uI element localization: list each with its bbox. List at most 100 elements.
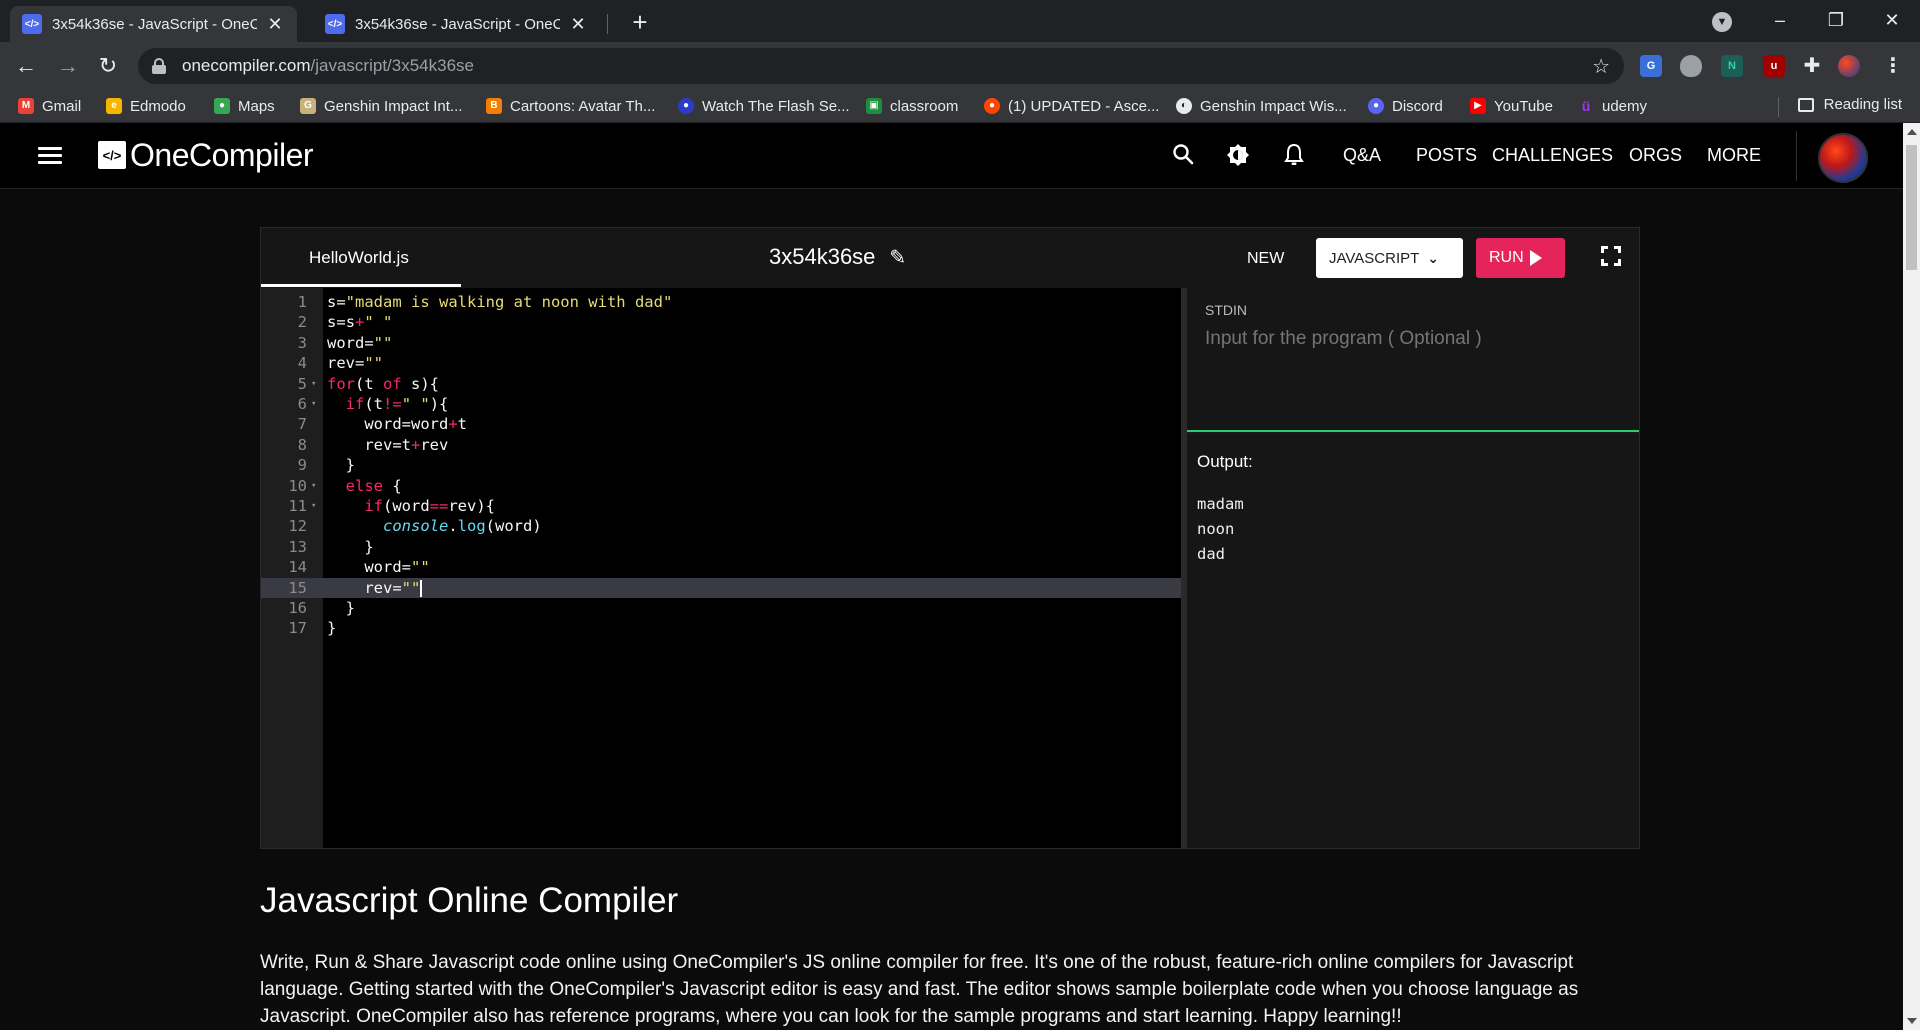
code-line[interactable]: 8 rev=t+rev	[261, 435, 1181, 455]
code-line[interactable]: 2 s=s+" "	[261, 312, 1181, 332]
address-bar[interactable]: onecompiler.com/javascript/3x54k36se ☆	[138, 48, 1624, 84]
bookmark-cartoons[interactable]: B Cartoons: Avatar Th...	[486, 96, 655, 116]
reddit-icon: ●	[984, 98, 1000, 114]
new-tab-icon[interactable]: +	[624, 6, 656, 38]
reload-icon[interactable]: ↻	[92, 50, 124, 82]
line-number: 13	[288, 537, 307, 556]
shield-extension-icon[interactable]	[1680, 55, 1702, 77]
stdin-input[interactable]	[1205, 328, 1625, 418]
fold-arrow-icon[interactable]: ▾	[311, 476, 316, 496]
bookmark-gmail[interactable]: M Gmail	[18, 96, 81, 116]
code-editor[interactable]: 1 s="madam is walking at noon with dad" 2 s…	[261, 288, 1181, 848]
code-line[interactable]: 3 word=""	[261, 333, 1181, 353]
code-line[interactable]: 11 ▾ if(word==rev){	[261, 496, 1181, 516]
file-tab[interactable]: HelloWorld.js	[309, 248, 409, 268]
restore-icon[interactable]: ❐	[1808, 0, 1864, 42]
bookmark-genshin-wish[interactable]: ◐ Genshin Impact Wis...	[1176, 96, 1347, 116]
fold-arrow-icon[interactable]: ▾	[311, 394, 316, 414]
code-text: word=""	[327, 558, 430, 577]
bookmark-genshin-interactive[interactable]: G Genshin Impact Int...	[300, 96, 462, 116]
nav-challenges[interactable]: CHALLENGES	[1492, 145, 1613, 166]
genshin-icon: G	[300, 98, 316, 114]
code-line[interactable]: 13 }	[261, 537, 1181, 557]
bookmark-reddit[interactable]: ● (1) UPDATED - Asce...	[984, 96, 1159, 116]
code-line[interactable]: 10 ▾ else {	[261, 476, 1181, 496]
ublock-extension-icon[interactable]: u	[1763, 55, 1785, 77]
bookmark-flash[interactable]: ● Watch The Flash Se...	[678, 96, 850, 116]
reading-list-button[interactable]: Reading list	[1797, 96, 1902, 113]
tab-search-icon[interactable]: ▼	[1712, 12, 1732, 32]
search-icon[interactable]	[1170, 143, 1196, 169]
bookmark-youtube[interactable]: ▶ YouTube	[1470, 96, 1553, 116]
page-content: </> OneCompiler Q&A POSTS CHALLENGES ORG…	[0, 123, 1903, 1030]
code-text: for(t of s){	[327, 374, 439, 393]
scroll-down-icon[interactable]	[1907, 1018, 1917, 1024]
theme-toggle-icon[interactable]	[1225, 143, 1251, 169]
nav-qa[interactable]: Q&A	[1343, 145, 1381, 166]
code-text: }	[327, 619, 337, 638]
line-number: 1	[297, 293, 307, 311]
run-button[interactable]: RUN	[1476, 238, 1565, 278]
avatar[interactable]	[1818, 133, 1868, 183]
code-text: rev=""	[327, 578, 423, 597]
nav-more[interactable]: MORE	[1707, 145, 1761, 166]
browser-tab-strip: </> 3x54k36se - JavaScript - OneCom ✕ </…	[0, 0, 1920, 42]
fold-arrow-icon[interactable]: ▾	[311, 496, 316, 516]
notion-extension-icon[interactable]: N	[1721, 55, 1743, 77]
output-line: madam	[1197, 495, 1244, 513]
code-line[interactable]: 5 ▾ for(t of s){	[261, 374, 1181, 394]
nav-orgs[interactable]: ORGS	[1629, 145, 1682, 166]
code-line[interactable]: 16 }	[261, 598, 1181, 618]
close-tab-icon[interactable]: ✕	[568, 14, 588, 35]
bookmark-edmodo[interactable]: e Edmodo	[106, 96, 186, 116]
code-line[interactable]: 1 s="madam is walking at noon with dad"	[261, 292, 1181, 312]
bookmark-udemy[interactable]: ü udemy	[1578, 96, 1647, 116]
profile-avatar-icon[interactable]	[1838, 55, 1860, 77]
run-label: RUN	[1489, 249, 1524, 266]
line-number: 10	[288, 476, 307, 495]
forward-arrow-icon[interactable]: →	[52, 50, 84, 82]
hamburger-menu-icon[interactable]	[38, 147, 62, 165]
blogger-icon: B	[486, 98, 502, 114]
code-line[interactable]: 17}	[261, 618, 1181, 638]
tab-title: 3x54k36se - JavaScript - OneCom	[52, 15, 257, 33]
fullscreen-icon[interactable]	[1601, 246, 1621, 266]
translate-extension-icon[interactable]: G	[1640, 55, 1662, 77]
bookmark-discord[interactable]: ● Discord	[1368, 96, 1443, 116]
language-select[interactable]: JAVASCRIPT ⌄	[1316, 238, 1463, 278]
browser-tab-active[interactable]: </> 3x54k36se - JavaScript - OneCom ✕	[10, 6, 297, 42]
brand-logo[interactable]: </> OneCompiler	[98, 137, 314, 173]
minimize-icon[interactable]: –	[1752, 0, 1808, 42]
scroll-up-icon[interactable]	[1907, 129, 1917, 135]
line-number: 4	[297, 354, 307, 373]
onecompiler-favicon-icon: </>	[325, 14, 345, 34]
code-text: rev=""	[327, 354, 383, 373]
code-line[interactable]: 4 rev=""	[261, 353, 1181, 373]
code-line[interactable]: 12 console.log(word)	[261, 516, 1181, 536]
code-line[interactable]: 7 word=word+t	[261, 414, 1181, 434]
lock-icon[interactable]	[152, 58, 166, 74]
fold-arrow-icon[interactable]: ▾	[311, 374, 316, 394]
scrollbar-thumb[interactable]	[1906, 145, 1917, 270]
bookmark-star-icon[interactable]: ☆	[1592, 54, 1610, 79]
line-number: 5	[297, 374, 307, 393]
output-text: madam noon dad	[1197, 492, 1244, 567]
code-line[interactable]: 14 word=""	[261, 557, 1181, 577]
code-line[interactable]: 6 ▾ if(t!=" "){	[261, 394, 1181, 414]
notification-bell-icon[interactable]	[1281, 143, 1307, 169]
edit-pencil-icon[interactable]: ✎	[889, 245, 906, 270]
close-tab-icon[interactable]: ✕	[265, 14, 285, 35]
extensions-puzzle-icon[interactable]: ✚	[1801, 55, 1823, 77]
back-arrow-icon[interactable]: ←	[10, 50, 42, 82]
close-window-icon[interactable]: ✕	[1864, 0, 1920, 42]
nav-posts[interactable]: POSTS	[1416, 145, 1477, 166]
output-line: noon	[1197, 520, 1235, 538]
new-button[interactable]: NEW	[1247, 250, 1284, 268]
code-line[interactable]: 15 rev=""	[261, 577, 1181, 598]
browser-tab[interactable]: </> 3x54k36se - JavaScript - OneCom ✕	[313, 6, 600, 42]
bookmark-maps[interactable]: ● Maps	[214, 96, 275, 116]
more-menu-icon[interactable]: ⋮	[1882, 55, 1904, 77]
code-line[interactable]: 9 }	[261, 455, 1181, 475]
bookmark-classroom[interactable]: ▣ classroom	[866, 96, 958, 116]
page-scrollbar[interactable]	[1903, 123, 1920, 1030]
